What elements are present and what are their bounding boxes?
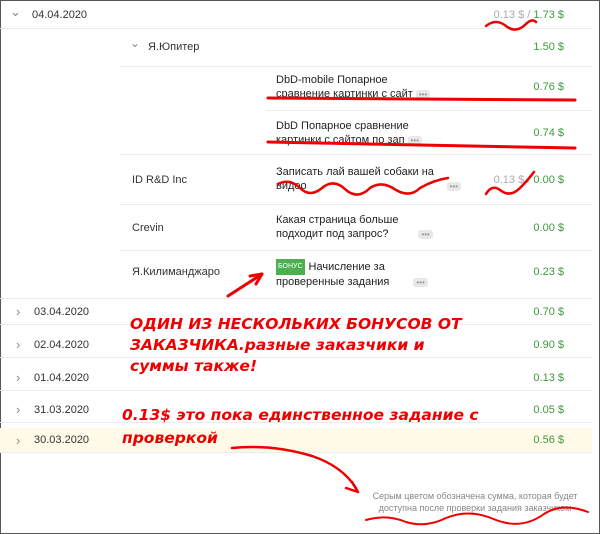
arrow-line xyxy=(230,445,358,490)
red-markup-overlay xyxy=(226,19,589,526)
underline-scribble xyxy=(276,176,450,196)
underline-scribble xyxy=(365,506,589,526)
underline-scribble xyxy=(266,140,577,150)
underline-scribble xyxy=(484,19,538,31)
underline-scribble xyxy=(266,96,577,102)
underline-scribble xyxy=(484,170,536,196)
arrow-head xyxy=(344,480,360,494)
